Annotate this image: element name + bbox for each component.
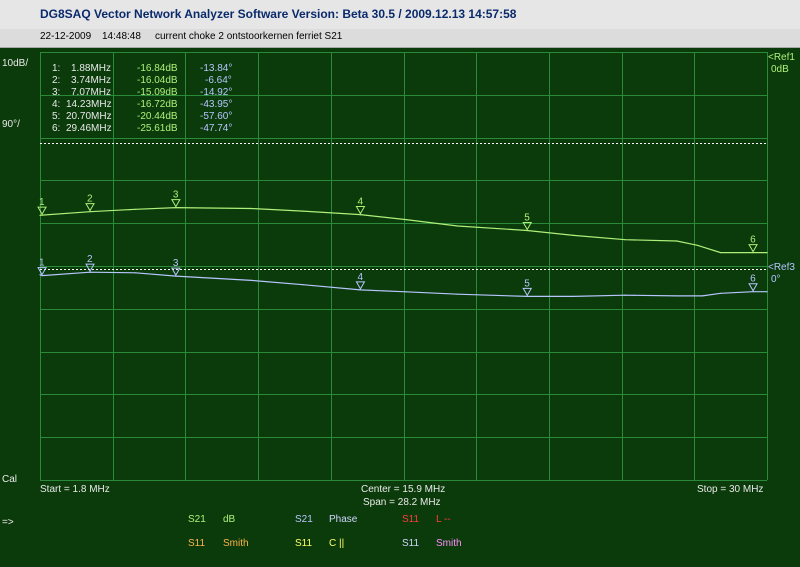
- trace-point: [457, 225, 459, 227]
- marker-number: 2: [87, 194, 93, 205]
- ref3-label: <Ref3: [768, 262, 795, 273]
- marker-phase: -14.92°: [200, 87, 233, 98]
- marker-frequency: 20.70MHz: [66, 111, 112, 122]
- trace-2-format[interactable]: Phase: [329, 514, 357, 526]
- trace-6-parameter[interactable]: S11: [402, 538, 419, 550]
- marker-number: 5: [524, 278, 530, 289]
- ref3-value: 0°: [771, 274, 781, 285]
- marker-index: 1:: [52, 63, 61, 74]
- marker-index: 3:: [52, 87, 61, 98]
- trace-point: [624, 294, 626, 296]
- trace-point: [696, 244, 699, 246]
- trace-point: [573, 295, 575, 297]
- trace-point: [302, 284, 304, 286]
- marker-db: -16.04dB: [137, 75, 178, 86]
- trace-point: [676, 295, 678, 297]
- marker-number: 1: [39, 258, 45, 269]
- marker-frequency: 3.74MHz: [71, 75, 112, 86]
- trace-point: [250, 207, 252, 210]
- trace-point: [302, 210, 304, 212]
- trace-point: [766, 252, 768, 254]
- trace-1-parameter[interactable]: S21: [188, 514, 206, 526]
- vna-plot[interactable]: 1 2 3 4 5 6 1 2 3 4 5 6: [0, 0, 800, 567]
- trace-3-format[interactable]: L --: [436, 514, 451, 526]
- start-frequency: Start = 1.8 MHz: [40, 484, 110, 495]
- marker-db: -16.84dB: [137, 63, 178, 74]
- marker-number: 6: [750, 274, 756, 285]
- marker-index: 4:: [52, 99, 61, 110]
- trace-point: [39, 214, 41, 216]
- trace-6-format[interactable]: Smith: [436, 538, 462, 550]
- trace-point: [720, 292, 722, 294]
- marker-index: 6:: [52, 123, 61, 134]
- marker-frequency: 1.88MHz: [71, 63, 112, 74]
- trace-point: [676, 240, 678, 242]
- marker-number: 3: [173, 190, 179, 201]
- trace-point: [405, 291, 407, 293]
- marker-db: -20.44dB: [137, 111, 178, 122]
- trace-1-format[interactable]: dB: [223, 514, 235, 526]
- marker-number: 5: [524, 212, 530, 223]
- span-frequency: Span = 28.2 MHz: [363, 497, 441, 508]
- trace-point: [134, 208, 136, 210]
- trace-3-parameter[interactable]: S11: [402, 514, 419, 526]
- db-scale-label: 10dB/: [2, 58, 29, 69]
- marker-number: 2: [87, 254, 93, 265]
- trace-2-parameter[interactable]: S21: [295, 514, 313, 526]
- stop-frequency: Stop = 30 MHz: [697, 484, 764, 495]
- marker-index: 2:: [52, 75, 61, 86]
- trace-point: [624, 239, 626, 241]
- trace-point: [573, 234, 575, 236]
- marker-number: 3: [173, 258, 179, 269]
- marker-phase: -57.60°: [200, 111, 233, 122]
- ref1-value: 0dB: [771, 64, 789, 75]
- trace-point: [134, 272, 136, 274]
- marker-phase: -13.84°: [200, 63, 233, 74]
- marker-index: 5:: [52, 111, 61, 122]
- marker-db: -25.61dB: [137, 123, 178, 134]
- trace-point: [39, 274, 41, 276]
- marker-frequency: 14.23MHz: [66, 99, 112, 110]
- marker-frequency: 7.07MHz: [71, 87, 112, 98]
- marker-phase: -47.74°: [200, 123, 233, 134]
- phase-scale-label: 90°/: [2, 119, 20, 130]
- ref1-label: <Ref1: [768, 52, 795, 63]
- trace-4-format[interactable]: Smith: [223, 538, 249, 550]
- marker-number: 6: [750, 235, 756, 246]
- trace-point: [701, 295, 704, 297]
- trace-point: [720, 252, 722, 254]
- trace-point: [405, 219, 407, 221]
- marker-db: -16.72dB: [137, 99, 178, 110]
- trace-4-parameter[interactable]: S11: [188, 538, 205, 550]
- active-trace-pointer: =>: [2, 517, 14, 528]
- trace-point: [250, 279, 252, 281]
- marker-number: 4: [357, 272, 363, 283]
- trace-5-format[interactable]: C ||: [329, 538, 344, 550]
- marker-phase: -6.64°: [205, 75, 232, 86]
- center-frequency: Center = 15.9 MHz: [361, 484, 446, 495]
- marker-number: 1: [39, 197, 45, 208]
- cal-indicator[interactable]: Cal: [2, 474, 17, 486]
- marker-frequency: 29.46MHz: [66, 123, 112, 134]
- marker-phase: -43.95°: [200, 99, 233, 110]
- trace-point: [457, 293, 459, 295]
- trace-5-parameter[interactable]: S11: [295, 538, 312, 550]
- marker-number: 4: [357, 197, 363, 208]
- trace-point: [766, 291, 768, 293]
- marker-db: -15.09dB: [137, 87, 178, 98]
